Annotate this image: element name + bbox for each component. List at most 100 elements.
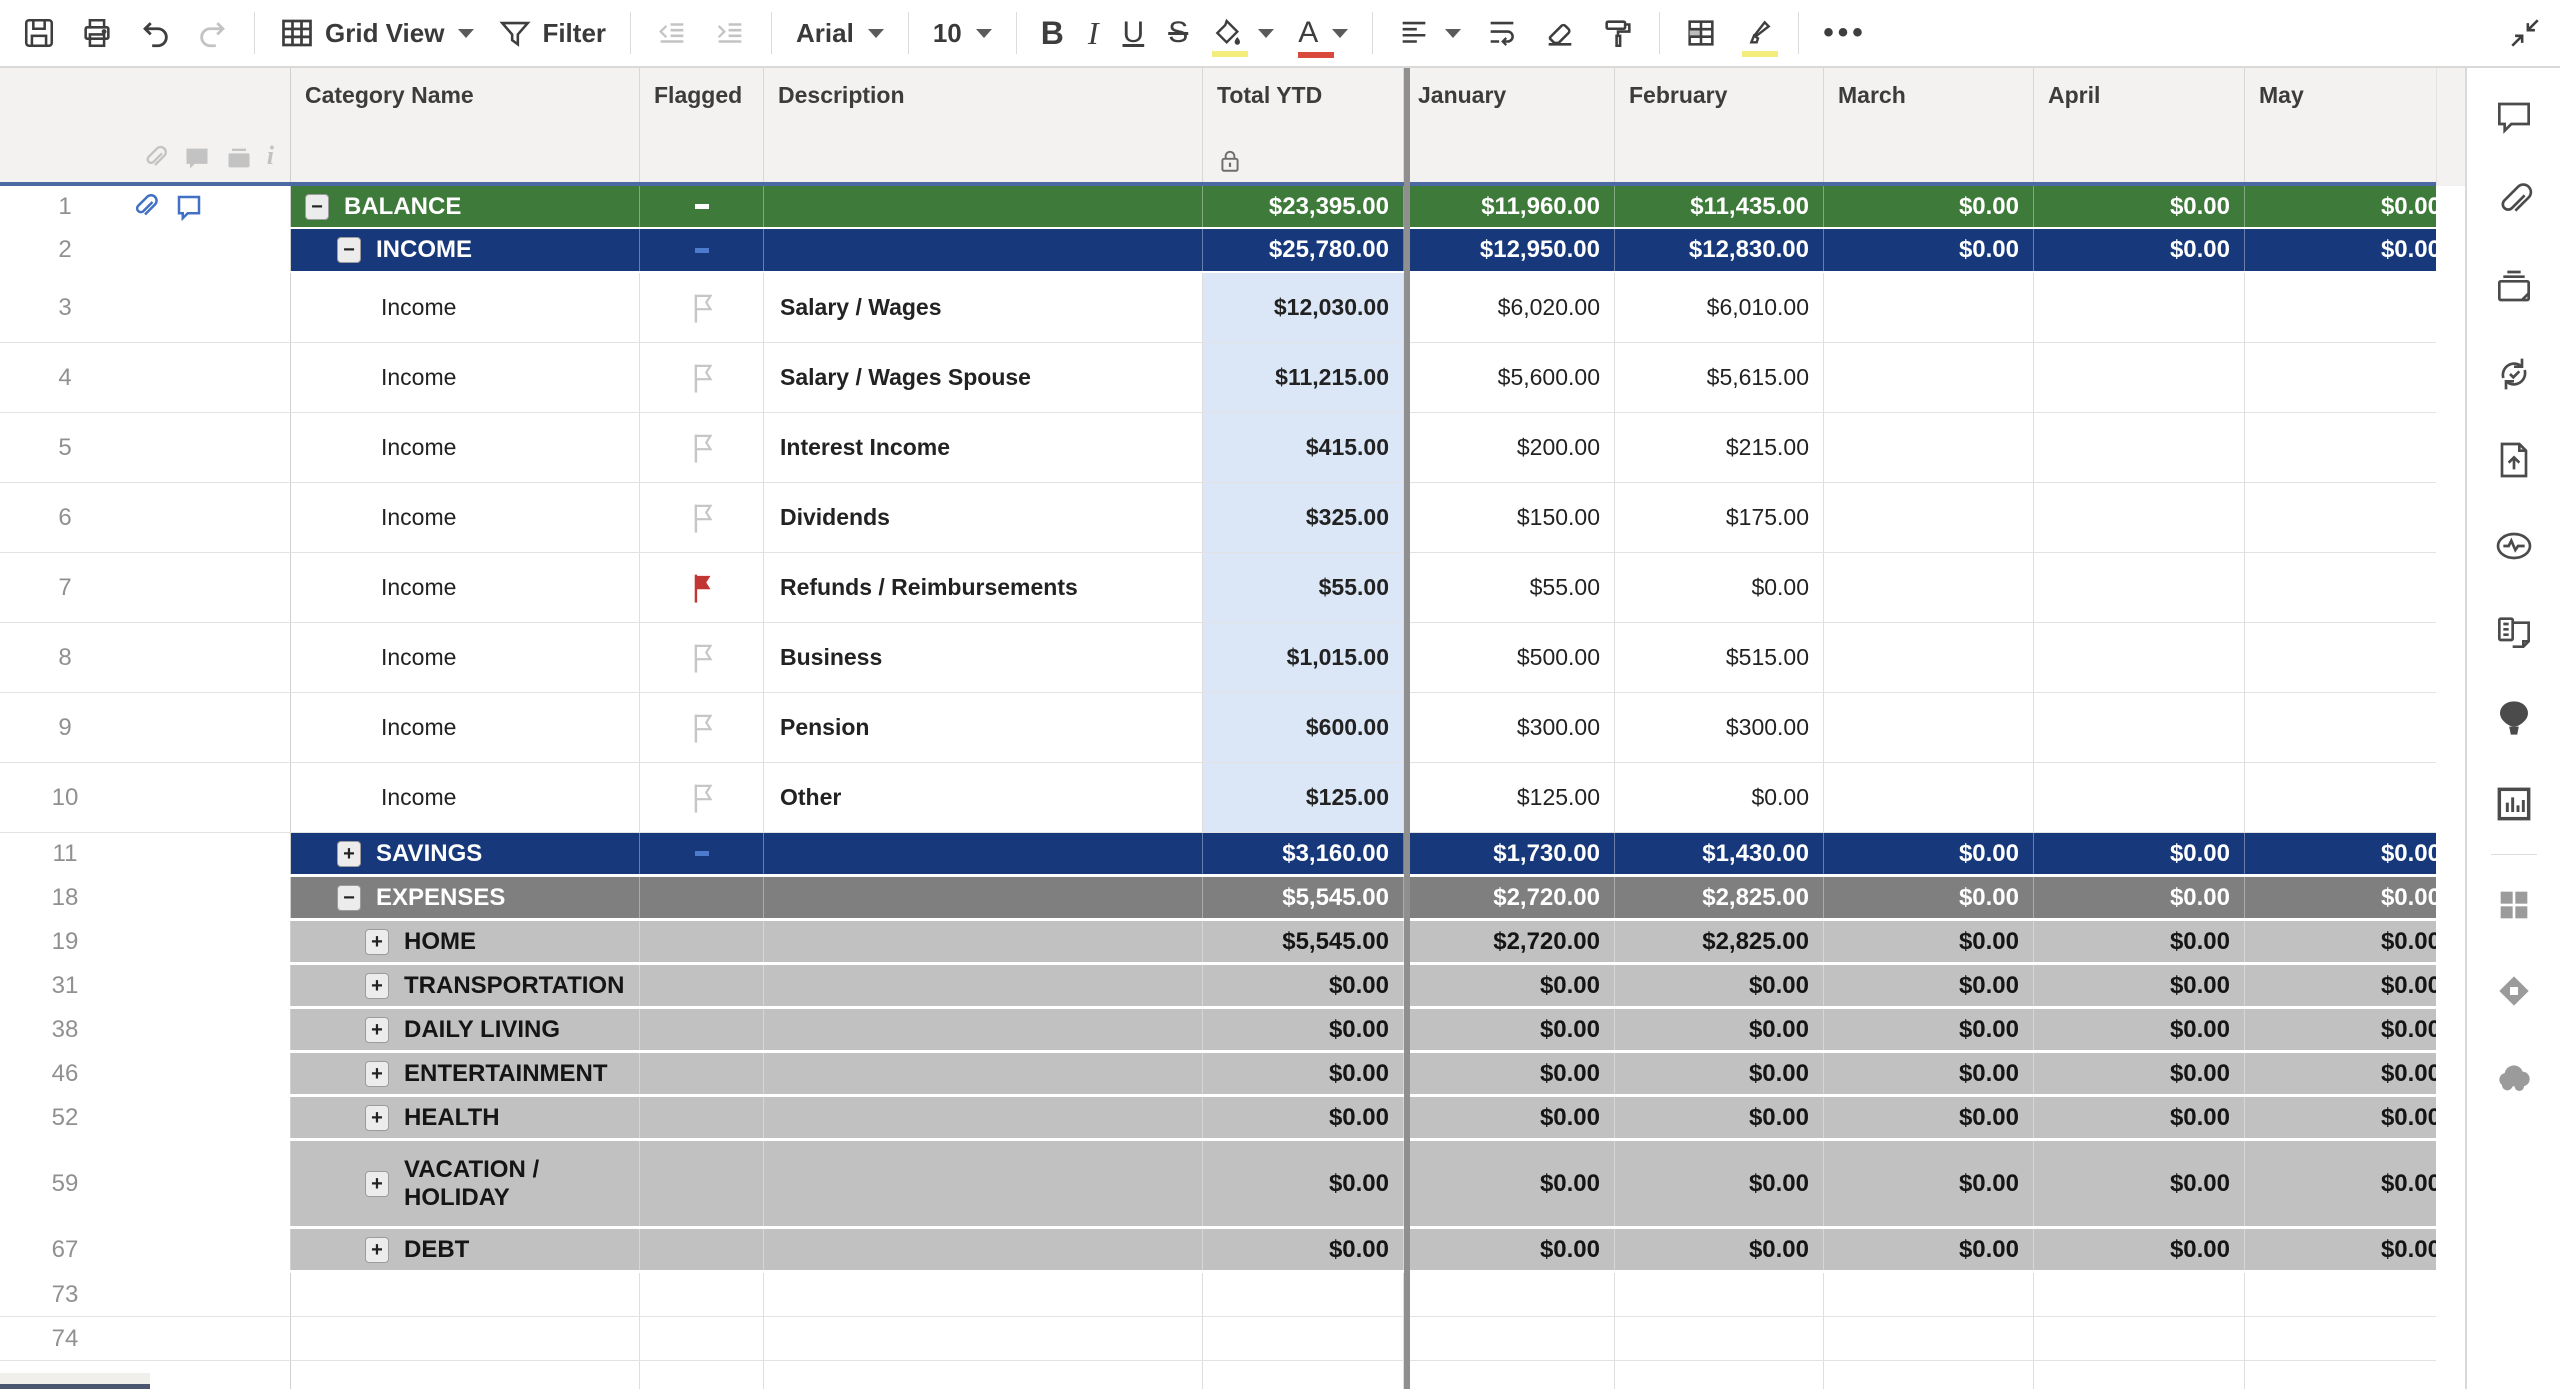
cell-month-jan[interactable]: $200.00	[1404, 413, 1615, 482]
cell-category[interactable]: Income	[291, 623, 640, 692]
cell-month-may[interactable]: $0.00	[2245, 1229, 2436, 1270]
expand-button[interactable]: +	[365, 1170, 389, 1197]
undo-button[interactable]	[138, 16, 172, 50]
expand-button[interactable]: +	[337, 840, 361, 867]
cell-month-apr[interactable]: $0.00	[2034, 1229, 2245, 1270]
cell-month-feb[interactable]: $6,010.00	[1615, 273, 1824, 342]
cell-month-feb[interactable]: $0.00	[1615, 1141, 1824, 1226]
cell-description[interactable]	[764, 1361, 1203, 1389]
row-gutter[interactable]: 9	[0, 693, 291, 762]
collapse-button[interactable]: −	[337, 884, 361, 911]
cell-flagged[interactable]	[640, 1141, 764, 1226]
cell-month-mar[interactable]	[1824, 273, 2034, 342]
cell-month-apr[interactable]: $0.00	[2034, 965, 2245, 1006]
cell-total-ytd[interactable]: $12,030.00	[1203, 273, 1404, 342]
cell-month-jan[interactable]: $2,720.00	[1404, 921, 1615, 962]
cell-category[interactable]: Income	[291, 553, 640, 622]
cell-month-may[interactable]	[2245, 483, 2436, 552]
wrap-text-button[interactable]	[1485, 16, 1519, 50]
underline-button[interactable]: U	[1123, 16, 1145, 50]
cell-description[interactable]	[764, 1053, 1203, 1094]
cell-month-apr[interactable]: $0.00	[2034, 921, 2245, 962]
filter-button[interactable]: Filter	[498, 16, 606, 50]
cell-month-mar[interactable]: $0.00	[1824, 921, 2034, 962]
cell-month-apr[interactable]	[2034, 1361, 2245, 1389]
row-gutter[interactable]: 3	[0, 273, 291, 342]
cell-category[interactable]: + ENTERTAINMENT	[291, 1053, 640, 1094]
apps-grid-icon[interactable]	[2492, 883, 2536, 927]
whats-new-icon[interactable]	[2492, 696, 2536, 740]
expand-button[interactable]: +	[365, 1104, 389, 1131]
cell-month-jan[interactable]: $125.00	[1404, 763, 1615, 832]
cell-total-ytd[interactable]: $3,160.00	[1203, 833, 1404, 874]
row-number[interactable]: 38	[0, 1016, 130, 1044]
cell-category[interactable]: − EXPENSES	[291, 877, 640, 918]
cell-month-feb[interactable]: $11,435.00	[1615, 186, 1824, 227]
column-header-mar[interactable]: March	[1824, 68, 2034, 182]
fill-color-button[interactable]	[1212, 17, 1275, 57]
save-button[interactable]	[22, 16, 56, 50]
column-header-feb[interactable]: February	[1615, 68, 1824, 182]
cell-total-ytd[interactable]: $125.00	[1203, 763, 1404, 832]
cell-month-apr[interactable]: $0.00	[2034, 186, 2245, 227]
cell-total-ytd[interactable]: $0.00	[1203, 1009, 1404, 1050]
cell-month-jan[interactable]: $0.00	[1404, 1053, 1615, 1094]
premium-apps-icon[interactable]	[2492, 969, 2536, 1013]
row-gutter[interactable]: 52	[0, 1097, 291, 1138]
comments-icon[interactable]	[2492, 94, 2536, 138]
cell-description[interactable]: Other	[764, 763, 1203, 832]
font-size-select[interactable]: 10	[933, 18, 992, 49]
expand-button[interactable]: +	[365, 1060, 389, 1087]
cell-description[interactable]: Salary / Wages	[764, 273, 1203, 342]
cell-month-feb[interactable]: $12,830.00	[1615, 229, 1824, 271]
update-requests-icon[interactable]	[2492, 352, 2536, 396]
expand-button[interactable]: +	[365, 1236, 389, 1263]
cell-month-may[interactable]: $0.00	[2245, 921, 2436, 962]
cell-month-mar[interactable]: $0.00	[1824, 1141, 2034, 1226]
cell-month-feb[interactable]: $0.00	[1615, 1053, 1824, 1094]
cell-month-apr[interactable]	[2034, 553, 2245, 622]
expand-button[interactable]: +	[365, 972, 389, 999]
cell-month-apr[interactable]	[2034, 693, 2245, 762]
cell-month-apr[interactable]: $0.00	[2034, 1141, 2245, 1226]
cell-month-mar[interactable]: $0.00	[1824, 1229, 2034, 1270]
cell-month-mar[interactable]	[1824, 343, 2034, 412]
row-number[interactable]: 3	[0, 294, 130, 322]
cell-flagged[interactable]	[640, 1097, 764, 1138]
row-gutter[interactable]: 38	[0, 1009, 291, 1050]
cell-month-may[interactable]	[2245, 693, 2436, 762]
cell-month-jan[interactable]: $0.00	[1404, 1009, 1615, 1050]
cell-total-ytd[interactable]: $0.00	[1203, 1141, 1404, 1226]
cell-flagged[interactable]	[640, 1009, 764, 1050]
cell-flagged[interactable]	[640, 1273, 764, 1316]
row-gutter[interactable]: 59	[0, 1141, 291, 1226]
cell-month-may[interactable]	[2245, 553, 2436, 622]
cell-month-mar[interactable]: $0.00	[1824, 1053, 2034, 1094]
cell-total-ytd[interactable]: $1,015.00	[1203, 623, 1404, 692]
cell-description[interactable]	[764, 833, 1203, 874]
cell-month-mar[interactable]	[1824, 1317, 2034, 1360]
attachments-icon[interactable]	[2492, 180, 2536, 224]
cell-month-feb[interactable]: $1,430.00	[1615, 833, 1824, 874]
cell-total-ytd[interactable]	[1203, 1317, 1404, 1360]
cell-month-may[interactable]: $0.00	[2245, 229, 2436, 271]
align-button[interactable]	[1397, 16, 1462, 50]
row-number[interactable]: 59	[0, 1170, 130, 1198]
cell-month-mar[interactable]: $0.00	[1824, 229, 2034, 271]
cell-total-ytd[interactable]	[1203, 1361, 1404, 1389]
cell-month-jan[interactable]: $500.00	[1404, 623, 1615, 692]
cell-category[interactable]: + DEBT	[291, 1229, 640, 1270]
cell-month-apr[interactable]: $0.00	[2034, 1097, 2245, 1138]
cell-month-may[interactable]	[2245, 343, 2436, 412]
cell-month-jan[interactable]: $6,020.00	[1404, 273, 1615, 342]
cell-category[interactable]: Income	[291, 763, 640, 832]
row-number[interactable]: 18	[0, 884, 130, 912]
strikethrough-button[interactable]: S	[1168, 16, 1188, 50]
column-header-flagged[interactable]: Flagged	[640, 68, 764, 182]
cell-description[interactable]	[764, 877, 1203, 918]
cell-month-may[interactable]: $0.00	[2245, 877, 2436, 918]
cell-flagged[interactable]	[640, 553, 764, 622]
cell-total-ytd[interactable]: $55.00	[1203, 553, 1404, 622]
cell-month-apr[interactable]	[2034, 343, 2245, 412]
cell-flagged[interactable]	[640, 229, 764, 271]
